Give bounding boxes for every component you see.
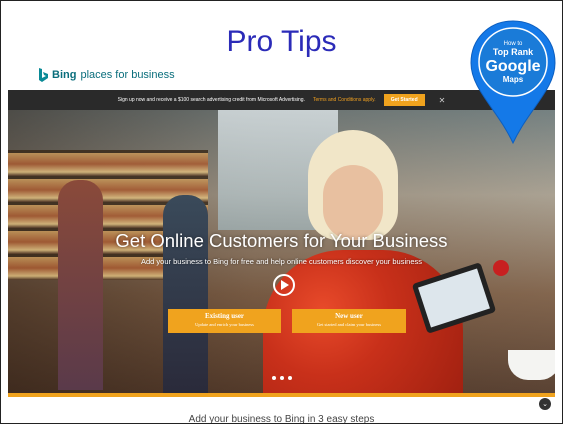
- existing-user-title: Existing user: [204, 312, 245, 320]
- woman-face-image: [323, 165, 383, 240]
- background-person-image: [58, 180, 103, 390]
- hero-subheading: Add your business to Bing for free and h…: [141, 257, 422, 266]
- carousel-dot[interactable]: [279, 376, 284, 380]
- bing-brand: Bing: [52, 69, 77, 81]
- existing-user-button[interactable]: Existing user Update and enrich your bus…: [168, 309, 281, 333]
- carousel-dots: [8, 376, 555, 380]
- badge-line4: Maps: [503, 75, 524, 84]
- new-user-button[interactable]: New user Get started and claim your busi…: [292, 309, 406, 333]
- play-icon: [281, 280, 289, 290]
- new-user-subtitle: Get started and claim your business: [316, 322, 382, 327]
- map-pin-badge: How to Top Rank Google Maps: [470, 20, 556, 145]
- bing-logo-icon: [39, 68, 48, 82]
- chevron-down-icon[interactable]: ⌄: [539, 398, 551, 410]
- new-user-title: New user: [335, 312, 363, 320]
- accent-divider: [8, 393, 555, 397]
- terms-link[interactable]: Terms and Conditions apply.: [313, 97, 376, 103]
- promo-text: Sign up now and receive a $100 search ad…: [117, 97, 305, 103]
- play-video-button[interactable]: [273, 274, 295, 296]
- steps-heading: Add your business to Bing in 3 easy step…: [188, 414, 375, 424]
- hero-heading: Get Online Customers for Your Business: [115, 230, 448, 251]
- close-icon[interactable]: ✕: [439, 96, 446, 105]
- bing-places-logo[interactable]: Bing places for business: [38, 68, 175, 82]
- slide: Pro Tips Bing places for business Sign u…: [0, 0, 563, 424]
- badge-line3: Google: [485, 58, 540, 75]
- hero-banner: Get Online Customers for Your Business A…: [8, 110, 555, 393]
- carousel-dot[interactable]: [287, 376, 292, 380]
- background-person-image: [163, 195, 208, 393]
- carousel-dot[interactable]: [271, 376, 276, 380]
- existing-user-subtitle: Update and enrich your business: [195, 322, 254, 327]
- get-started-button[interactable]: Get Started: [383, 94, 425, 106]
- bing-product: places for business: [80, 69, 175, 81]
- badge-line2: Top Rank: [493, 47, 534, 57]
